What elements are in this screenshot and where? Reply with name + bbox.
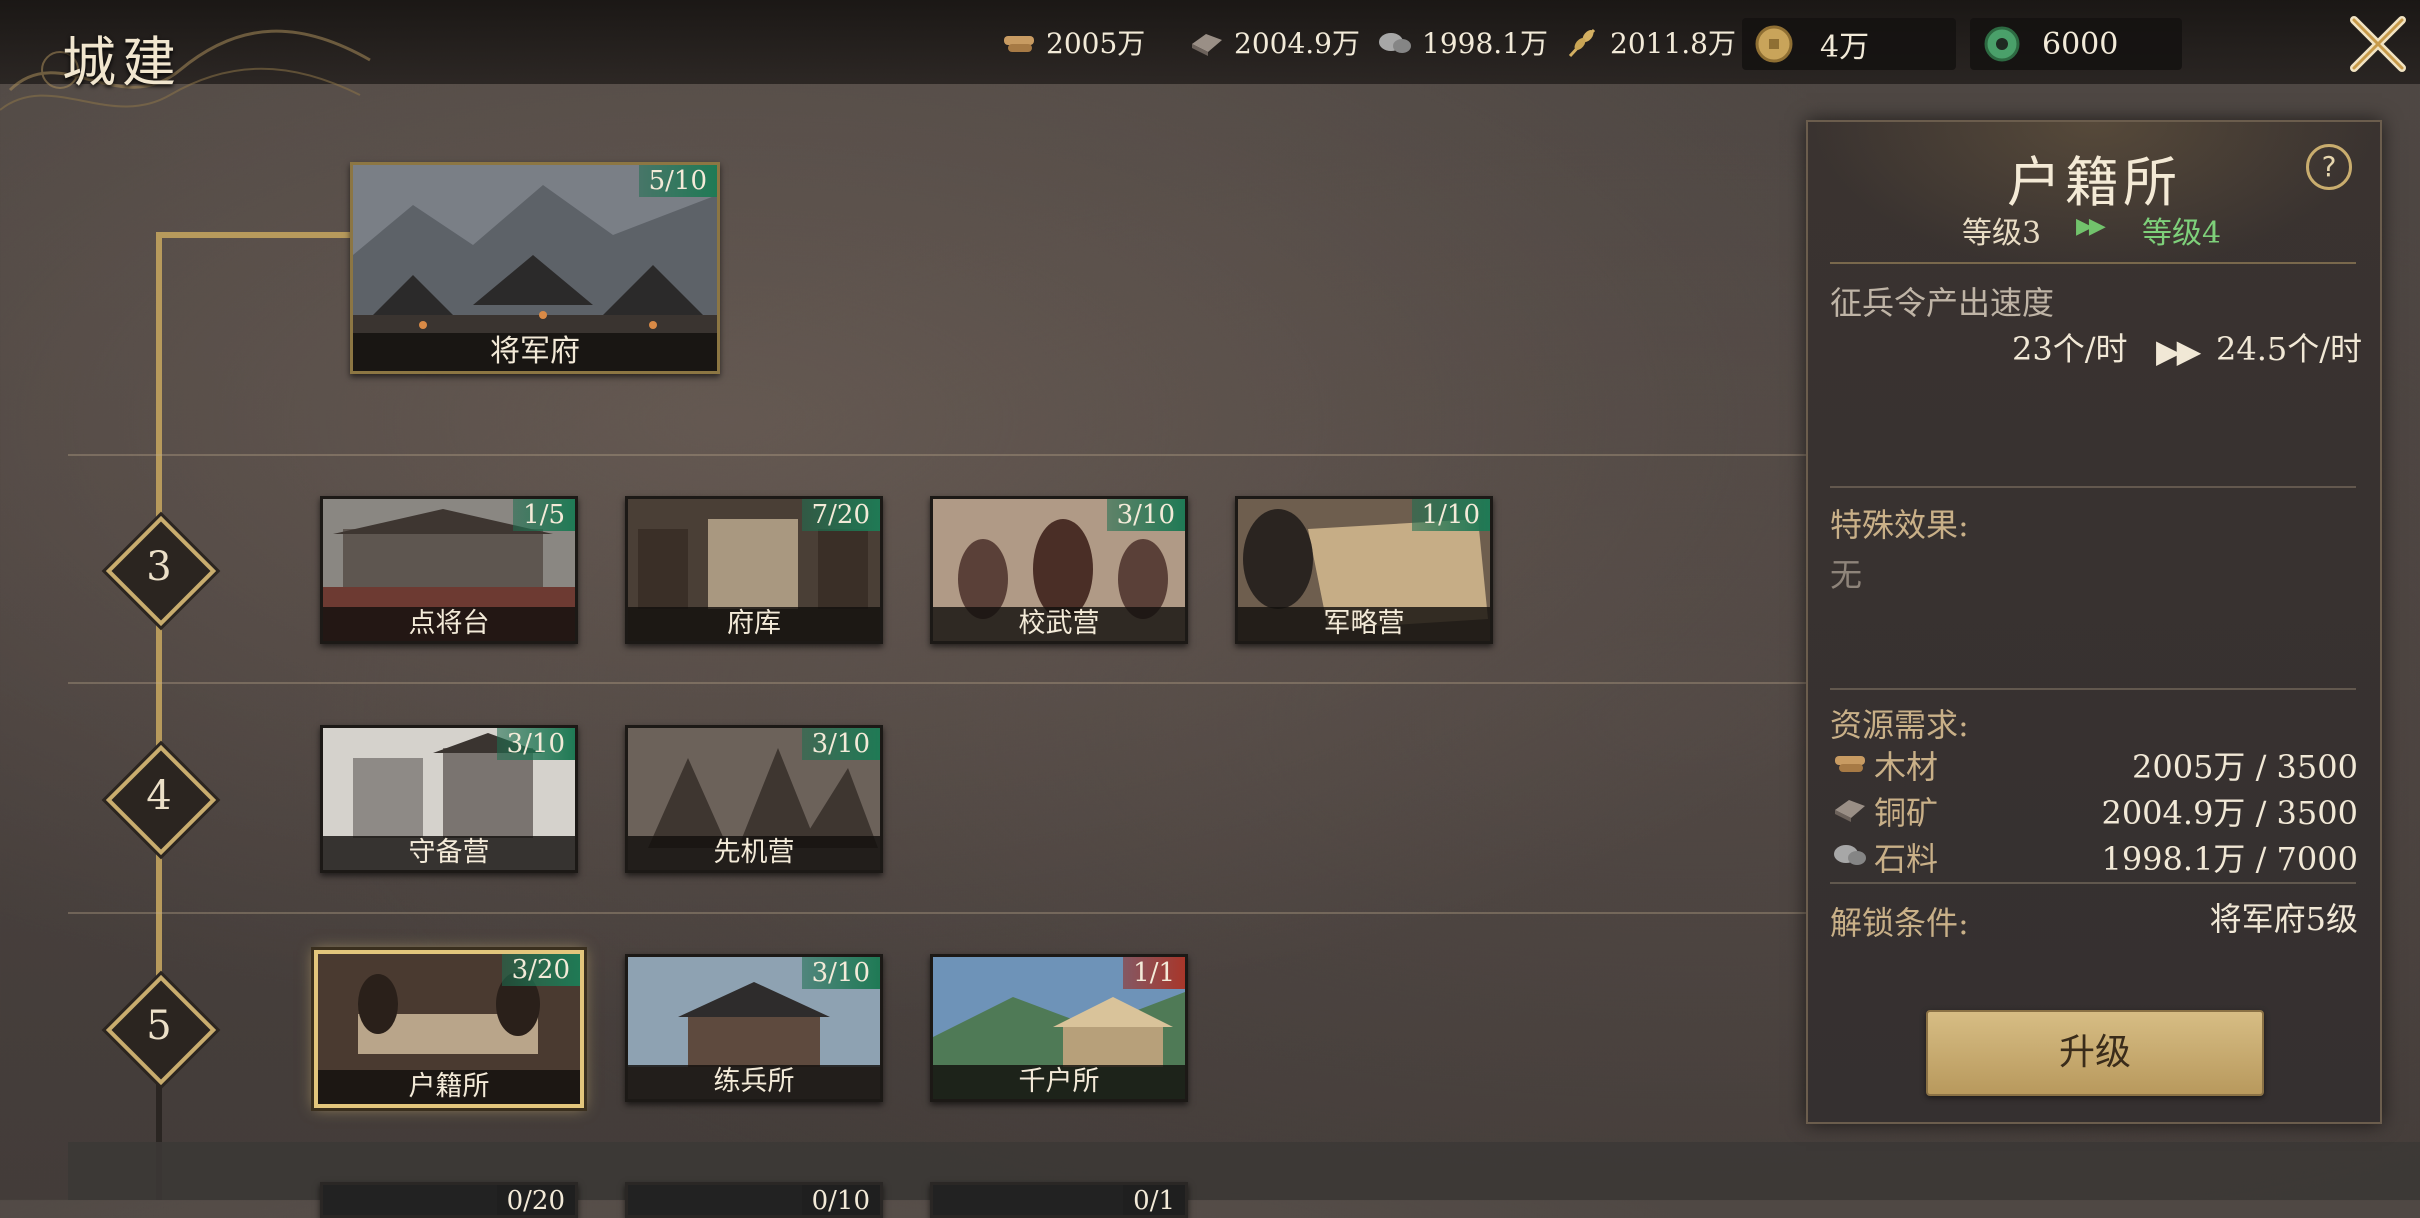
gold-amount: 4万 bbox=[1820, 30, 1870, 65]
building-name: 点将台 bbox=[323, 607, 575, 641]
level-badge: 3/10 bbox=[801, 957, 880, 989]
building-card[interactable]: 1/1 千户所 bbox=[930, 954, 1188, 1102]
wood-amount: 2005万 bbox=[1046, 27, 1146, 60]
level-badge: 3/10 bbox=[496, 728, 575, 760]
requirement-name: 石料 bbox=[1874, 840, 1939, 878]
level-badge: 3/20 bbox=[501, 954, 580, 986]
special-effect-value: 无 bbox=[1830, 556, 1863, 594]
requirement-name: 木材 bbox=[1874, 748, 1939, 786]
building-card[interactable]: 7/20 府库 bbox=[625, 496, 883, 644]
upgrade-button[interactable]: 升级 bbox=[1926, 1010, 2264, 1096]
building-card-partial[interactable]: 0/20 bbox=[320, 1182, 578, 1218]
close-icon[interactable] bbox=[2344, 10, 2412, 78]
level-badge: 5/10 bbox=[638, 165, 717, 197]
tier-number: 5 bbox=[146, 1003, 172, 1049]
building-card[interactable]: 1/10 军略营 bbox=[1235, 496, 1493, 644]
section-divider bbox=[1830, 688, 2356, 690]
building-card-partial[interactable]: 0/1 bbox=[930, 1182, 1188, 1218]
building-card-selected[interactable]: 3/20 户籍所 bbox=[314, 950, 584, 1108]
help-icon[interactable]: ? bbox=[2306, 144, 2352, 190]
requirement-name: 铜矿 bbox=[1874, 794, 1939, 832]
grain-amount: 2011.8万 bbox=[1610, 27, 1736, 60]
gold-coin-icon bbox=[1755, 25, 1793, 63]
building-name: 军略营 bbox=[1238, 607, 1490, 641]
stat-label: 征兵令产出速度 bbox=[1830, 284, 2055, 322]
grain-icon bbox=[1568, 28, 1596, 58]
wood-icon bbox=[1835, 756, 1865, 772]
level-badge: 0/1 bbox=[1123, 1185, 1185, 1215]
requirement-value: 1998.1万 / 7000 bbox=[2101, 840, 2358, 878]
resource-grain: 2011.8万 bbox=[1564, 22, 1736, 62]
unlock-label: 解锁条件: bbox=[1830, 904, 1969, 942]
building-name: 校武营 bbox=[933, 607, 1185, 641]
double-arrow-icon: ▶▶ bbox=[2076, 214, 2106, 239]
building-name: 户籍所 bbox=[318, 1070, 580, 1104]
level-badge: 7/20 bbox=[801, 499, 880, 531]
requirement-value: 2005万 / 3500 bbox=[2131, 748, 2358, 786]
resource-stone: 1998.1万 bbox=[1376, 22, 1548, 62]
level-badge-max: 1/1 bbox=[1123, 957, 1185, 989]
double-arrow-icon: ▶▶ bbox=[2156, 332, 2201, 370]
resource-copper: 2004.9万 bbox=[1188, 22, 1360, 62]
jade-icon bbox=[1984, 26, 2020, 62]
stone-icon bbox=[1834, 845, 1866, 865]
building-detail-panel: 户籍所 ? 等级3 ▶▶ 等级4 征兵令产出速度 23个/时 ▶▶ 24.5个/… bbox=[1806, 120, 2382, 1124]
gold-box[interactable]: 4万 bbox=[1742, 18, 1956, 70]
building-card[interactable]: 3/10 先机营 bbox=[625, 725, 883, 873]
level-badge: 0/20 bbox=[496, 1185, 575, 1215]
tier-number: 3 bbox=[146, 544, 172, 590]
unlock-value: 将军府5级 bbox=[2209, 900, 2358, 938]
level-badge: 0/10 bbox=[801, 1185, 880, 1215]
requirements-label: 资源需求: bbox=[1830, 706, 1969, 744]
building-name: 守备营 bbox=[323, 836, 575, 870]
jade-amount: 6000 bbox=[2042, 26, 2119, 62]
wood-icon bbox=[1004, 36, 1034, 52]
requirement-value: 2004.9万 / 3500 bbox=[2101, 794, 2358, 832]
tier-separator bbox=[68, 912, 1808, 914]
stat-next: 24.5个/时 bbox=[2216, 330, 2363, 368]
building-card-root[interactable]: 5/10 将军府 bbox=[350, 162, 720, 374]
cloud-ornament-icon bbox=[0, 29, 371, 111]
resource-wood: 2005万 bbox=[1000, 22, 1145, 62]
level-next: 等级4 bbox=[2142, 216, 2222, 251]
building-card[interactable]: 3/10 守备营 bbox=[320, 725, 578, 873]
tier-separator bbox=[68, 682, 1808, 684]
copper-icon bbox=[1192, 34, 1222, 56]
panel-title: 户籍所 bbox=[2007, 151, 2181, 214]
header-divider bbox=[1830, 262, 2356, 264]
stone-amount: 1998.1万 bbox=[1422, 27, 1548, 60]
building-name: 先机营 bbox=[628, 836, 880, 870]
level-badge: 3/10 bbox=[801, 728, 880, 760]
copper-amount: 2004.9万 bbox=[1234, 27, 1360, 60]
jade-box[interactable]: 6000 bbox=[1970, 18, 2182, 70]
level-badge: 1/5 bbox=[513, 499, 575, 531]
special-effect-label: 特殊效果: bbox=[1830, 506, 1969, 544]
tier-separator bbox=[68, 454, 1808, 456]
section-divider bbox=[1830, 486, 2356, 488]
copper-icon bbox=[1835, 800, 1865, 822]
stone-icon bbox=[1379, 33, 1411, 53]
tier-number: 4 bbox=[146, 773, 172, 819]
building-name: 府库 bbox=[628, 607, 880, 641]
building-name: 千户所 bbox=[933, 1065, 1185, 1099]
section-divider bbox=[1830, 882, 2356, 884]
level-badge: 3/10 bbox=[1106, 499, 1185, 531]
level-current: 等级3 bbox=[1962, 216, 2042, 251]
building-card[interactable]: 3/10 练兵所 bbox=[625, 954, 883, 1102]
level-badge: 1/10 bbox=[1411, 499, 1490, 531]
stat-current: 23个/时 bbox=[2012, 330, 2128, 368]
building-card[interactable]: 1/5 点将台 bbox=[320, 496, 578, 644]
building-card-partial[interactable]: 0/10 bbox=[625, 1182, 883, 1218]
building-name: 练兵所 bbox=[628, 1065, 880, 1099]
building-card[interactable]: 3/10 校武营 bbox=[930, 496, 1188, 644]
tree-branch bbox=[156, 232, 352, 238]
page-title: 城建 bbox=[62, 31, 182, 94]
building-name: 将军府 bbox=[353, 333, 717, 371]
